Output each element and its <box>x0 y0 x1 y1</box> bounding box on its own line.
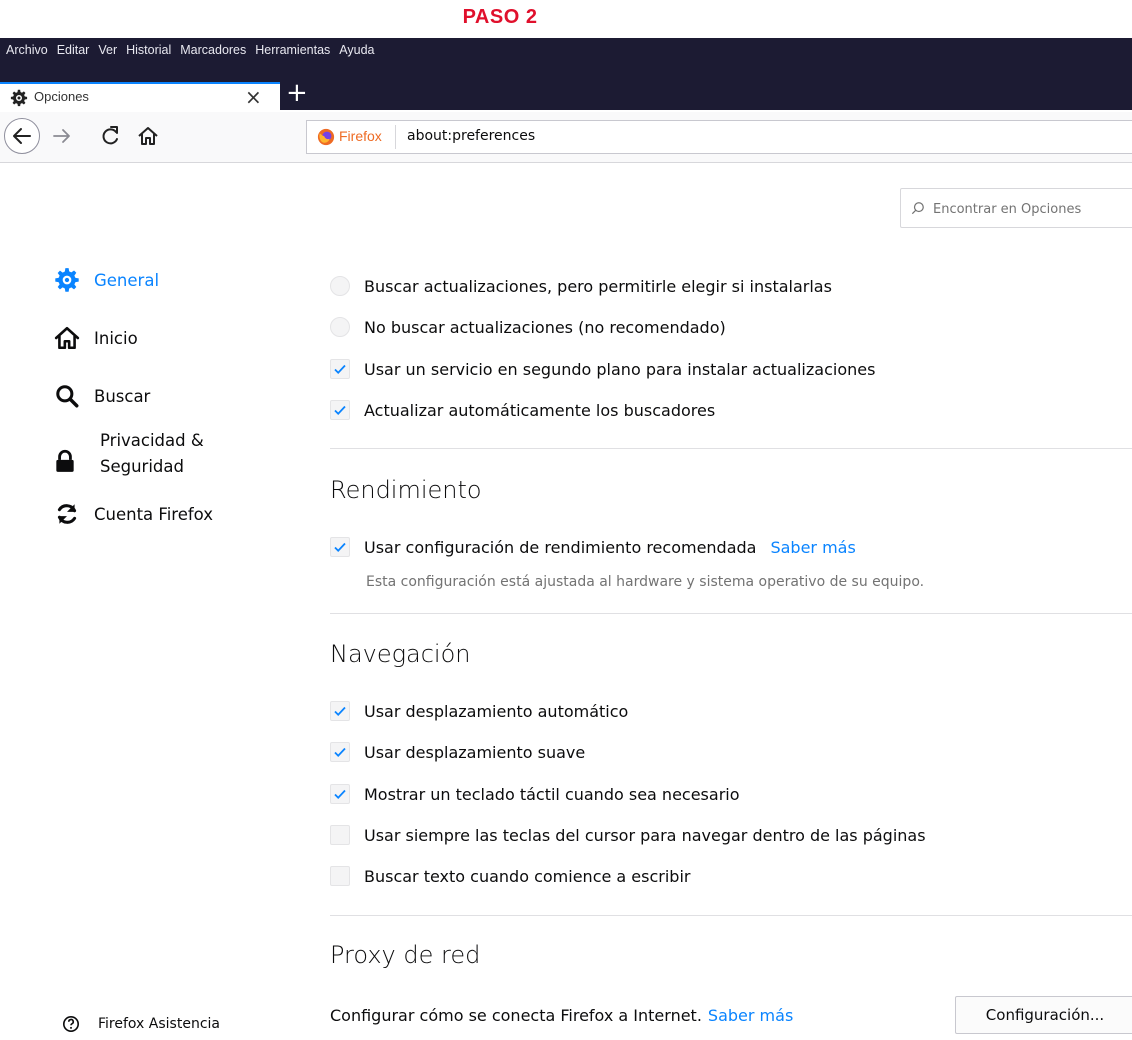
find-as-type-option[interactable]: Buscar texto cuando comience a escribir <box>330 862 690 890</box>
sidebar-item-label: Cuenta Firefox <box>94 504 214 524</box>
auto-update-engines-option[interactable]: Actualizar automáticamente los buscadore… <box>330 396 715 424</box>
option-label: Actualizar automáticamente los buscadore… <box>364 400 716 420</box>
checkmark-icon <box>334 747 346 757</box>
section-heading-proxy: Proxy de red <box>330 941 481 969</box>
proxy-description-text: Configurar cómo se conecta Firefox a Int… <box>330 1005 702 1025</box>
option-label: Buscar texto cuando comience a escribir <box>364 866 691 886</box>
checkbox-unchecked[interactable] <box>330 866 350 886</box>
menu-bar: Archivo Editar Ver Historial Marcadores … <box>0 38 375 62</box>
help-icon <box>62 1015 80 1033</box>
sidebar-item-label: Inicio <box>94 328 138 348</box>
step-caption: PASO 2 <box>462 6 538 28</box>
checkmark-icon <box>334 706 346 716</box>
learn-more-link[interactable]: Saber más <box>770 538 855 557</box>
proxy-settings-button[interactable]: Configuración... <box>955 996 1132 1034</box>
sidebar-item-general[interactable]: General <box>52 264 159 296</box>
sidebar-item-inicio[interactable]: Inicio <box>52 322 138 354</box>
url-text[interactable]: about:preferences <box>407 128 535 144</box>
checkmark-icon <box>334 405 346 415</box>
option-label: Usar siempre las teclas del cursor para … <box>364 825 926 845</box>
url-bar[interactable]: Firefox about:preferences <box>306 120 1132 154</box>
background-service-option[interactable]: Usar un servicio en segundo plano para i… <box>330 355 875 383</box>
tab-title: Opciones <box>34 89 89 104</box>
section-heading-rendimiento: Rendimiento <box>330 476 482 504</box>
checkbox-checked[interactable] <box>330 784 350 804</box>
checkmark-icon <box>334 542 346 552</box>
sidebar-label-line1: Privacidad & <box>100 431 204 450</box>
back-button[interactable] <box>4 118 40 154</box>
support-link[interactable]: Firefox Asistencia <box>62 1008 220 1040</box>
option-label: No buscar actualizaciones (no recomendad… <box>364 317 726 337</box>
lock-icon <box>52 448 82 478</box>
sync-icon <box>52 499 82 529</box>
checkbox-checked[interactable] <box>330 742 350 762</box>
section-divider <box>330 613 1132 614</box>
smooth-scroll-option[interactable]: Usar desplazamiento suave <box>330 738 585 766</box>
update-ask-option[interactable]: Buscar actualizaciones, pero permitirle … <box>330 272 832 300</box>
new-tab-button[interactable]: + <box>286 80 308 106</box>
radio-button[interactable] <box>330 317 350 337</box>
home-icon <box>52 323 82 353</box>
reload-icon[interactable] <box>98 124 122 148</box>
forward-icon[interactable] <box>50 124 74 148</box>
touch-keyboard-option[interactable]: Mostrar un teclado táctil cuando sea nec… <box>330 780 740 808</box>
autoscroll-option[interactable]: Usar desplazamiento automático <box>330 697 628 725</box>
checkmark-icon <box>334 364 346 374</box>
sidebar-item-label: Buscar <box>94 386 151 406</box>
option-label: Buscar actualizaciones, pero permitirle … <box>364 276 832 296</box>
radio-button[interactable] <box>330 276 350 296</box>
menu-ayuda[interactable]: Ayuda <box>339 43 374 57</box>
find-input[interactable] <box>931 197 1125 221</box>
menu-ver[interactable]: Ver <box>98 43 117 57</box>
recommended-performance-option[interactable]: Usar configuración de rendimiento recome… <box>330 533 856 561</box>
menu-marcadores[interactable]: Marcadores <box>180 43 246 57</box>
url-separator <box>395 125 396 149</box>
menu-herramientas[interactable]: Herramientas <box>255 43 330 57</box>
menu-historial[interactable]: Historial <box>126 43 171 57</box>
firefox-logo-icon <box>317 128 335 146</box>
sidebar-item-cuenta[interactable]: Cuenta Firefox <box>52 498 213 530</box>
arrow-left-icon <box>13 128 31 144</box>
option-label: Usar desplazamiento automático <box>364 701 629 721</box>
update-never-option[interactable]: No buscar actualizaciones (no recomendad… <box>330 313 726 341</box>
identity-label: Firefox <box>339 128 382 144</box>
learn-more-link[interactable]: Saber más <box>708 1006 793 1025</box>
caret-browsing-option[interactable]: Usar siempre las teclas del cursor para … <box>330 821 926 849</box>
sidebar-item-buscar[interactable]: Buscar <box>52 380 150 412</box>
sidebar-item-label: Privacidad & Seguridad <box>100 428 204 480</box>
find-in-options[interactable] <box>900 188 1132 228</box>
menu-editar[interactable]: Editar <box>57 43 90 57</box>
option-label: Usar configuración de rendimiento recome… <box>364 537 757 557</box>
checkbox-checked[interactable] <box>330 537 350 557</box>
checkbox-checked[interactable] <box>330 400 350 420</box>
section-divider <box>330 448 1132 449</box>
sidebar-label-line2: Seguridad <box>100 457 184 476</box>
checkbox-checked[interactable] <box>330 701 350 721</box>
performance-hint: Esta configuración está ajustada al hard… <box>366 574 925 590</box>
search-icon <box>911 202 924 215</box>
option-label: Usar desplazamiento suave <box>364 742 586 762</box>
sidebar-item-label: General <box>94 270 160 290</box>
option-label: Usar un servicio en segundo plano para i… <box>364 359 876 379</box>
support-label: Firefox Asistencia <box>98 1016 220 1032</box>
tab-opciones[interactable]: Opciones × <box>0 82 280 112</box>
proxy-description: Configurar cómo se conecta Firefox a Int… <box>330 1001 793 1029</box>
search-icon <box>52 381 82 411</box>
checkmark-icon <box>334 789 346 799</box>
menu-archivo[interactable]: Archivo <box>6 43 48 57</box>
checkbox-unchecked[interactable] <box>330 825 350 845</box>
option-label: Mostrar un teclado táctil cuando sea nec… <box>364 784 740 804</box>
section-divider <box>330 915 1132 916</box>
home-icon[interactable] <box>136 124 160 148</box>
section-heading-navegacion: Navegación <box>330 640 471 668</box>
gear-icon <box>52 265 82 295</box>
close-tab-icon[interactable]: × <box>245 85 262 109</box>
checkbox-checked[interactable] <box>330 359 350 379</box>
gear-icon <box>10 89 28 107</box>
